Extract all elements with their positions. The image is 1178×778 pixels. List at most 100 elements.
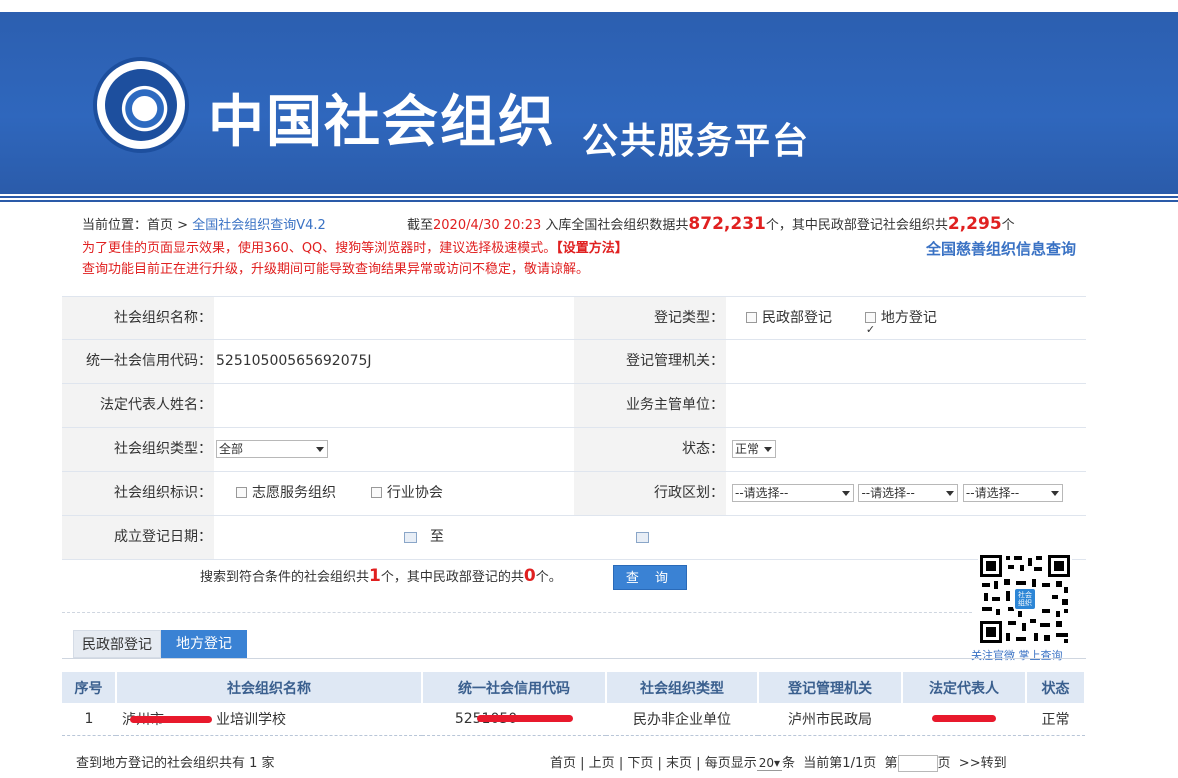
per-page-select[interactable]: 20▾ [756, 756, 783, 771]
per-page-prefix: 每页显示 [704, 756, 757, 771]
goto-suffix: 页 [937, 756, 951, 771]
regtype-local-label: 地方登记 [880, 310, 937, 326]
region-province-select[interactable]: --请选择-- [732, 484, 854, 502]
search-button[interactable]: 查 询 [613, 565, 687, 590]
pager-first[interactable]: 首页 [550, 756, 576, 771]
table-row[interactable]: 1 泸州市业培训学校 5251050 民办非企业单位 泸州市民政局 正常 [62, 703, 1085, 736]
name-input[interactable] [214, 297, 574, 339]
site-subtitle: 公共服务平台 [582, 121, 811, 162]
result-count: 1 [369, 566, 381, 586]
table-header-row: 序号 社会组织名称 统一社会信用代码 社会组织类型 登记管理机关 法定代表人 状… [62, 672, 1086, 703]
stats-mca-count: 2,295 [947, 214, 1002, 234]
chevron-down-icon [764, 447, 772, 452]
form-row: 统一社会信用代码： 52510500565692075J 登记管理机关： [62, 340, 1086, 384]
volunteer-label: 志愿服务组织 [252, 485, 336, 501]
stats-text: 入库全国社会组织数据共 [541, 218, 689, 233]
result-mca-count: 0 [523, 566, 536, 586]
site-title: 中国社会组织 [208, 90, 556, 155]
region-district-select[interactable]: --请选择-- [962, 484, 1063, 502]
pager-last[interactable]: 末页 [666, 756, 692, 771]
legal-rep-label: 法定代表人姓名： [62, 384, 214, 427]
chevron-down-icon [946, 491, 955, 496]
region-city-value: --请选择-- [861, 486, 915, 500]
supervisor-input[interactable] [726, 384, 1086, 427]
breadcrumb-prefix: 当前位置： [82, 218, 148, 233]
pager-prev[interactable]: 上页 [589, 756, 615, 771]
form-row: 社会组织标识： 志愿服务组织 行业协会 行政区划： --请选择-- --请选择-… [62, 472, 1086, 516]
col-header-org-type: 社会组织类型 [606, 672, 759, 703]
org-type-select[interactable]: 全部 [216, 440, 328, 458]
date-start-calendar-icon[interactable] [404, 516, 417, 559]
stats-line: 截至2020/4/30 20:23 入库全国社会组织数据共872,231个，其中… [407, 214, 1015, 234]
legal-rep-input[interactable] [214, 384, 574, 427]
result-suffix: 个。 [535, 570, 562, 585]
org-mark-label: 社会组织标识： [62, 472, 214, 515]
cell-org-name[interactable]: 泸州市业培训学校 [116, 703, 422, 736]
stats-total: 872,231 [688, 214, 766, 234]
cell-status: 正常 [1026, 703, 1085, 736]
org-type-cell: 全部 [214, 428, 574, 471]
industry-assoc-checkbox[interactable] [370, 486, 382, 498]
org-type-value: 全部 [219, 442, 244, 456]
regtype-local-checkbox[interactable] [864, 308, 876, 351]
credit-code-label: 统一社会信用代码： [62, 340, 214, 383]
search-form: 社会组织名称： 登记类型： 民政部登记 地方登记 统一社会信用代码： 52510… [62, 296, 1086, 560]
form-row: 法定代表人姓名： 业务主管单位： [62, 384, 1086, 428]
regtype-options: 民政部登记 地方登记 [726, 297, 1086, 351]
section-divider [62, 612, 972, 613]
settings-method-link[interactable]: 【设置方法】 [556, 241, 628, 256]
results-table: 序号 社会组织名称 统一社会信用代码 社会组织类型 登记管理机关 法定代表人 状… [62, 672, 1086, 736]
col-header-authority: 登记管理机关 [758, 672, 903, 703]
upgrade-notice: 查询功能目前正在进行升级，升级期间可能导致查询结果异常或访问不稳定，敬请谅解。 [82, 262, 590, 277]
qr-caption[interactable]: 关注官微 掌上查询 [971, 647, 1063, 663]
form-row: 社会组织类型： 全部 状态： 正常 [62, 428, 1086, 472]
col-header-legal-rep: 法定代表人 [902, 672, 1027, 703]
wechat-qr-code: 社会组织 [978, 553, 1072, 645]
status-cell: 正常 [726, 428, 1086, 471]
goto-page-input[interactable] [897, 755, 938, 772]
result-tabs: 民政部登记 地方登记 [73, 630, 247, 658]
cell-org-type: 民办非企业单位 [606, 703, 758, 736]
tab-mca-registration[interactable]: 民政部登记 [73, 630, 161, 658]
cell-legal-rep [902, 703, 1026, 736]
cell-credit-code: 5251050 [422, 703, 606, 736]
name-label: 社会组织名称： [62, 297, 214, 339]
supervisor-label: 业务主管单位： [574, 384, 726, 427]
stats-suffix: 个 [1001, 218, 1015, 233]
credit-code-input[interactable]: 52510500565692075J [214, 340, 574, 383]
tab-local-registration[interactable]: 地方登记 [161, 630, 247, 658]
goto-button[interactable]: >>转到 [959, 756, 1007, 771]
col-header-no: 序号 [62, 672, 117, 703]
region-cell: --请选择-- --请选择-- --请选择-- [726, 472, 1086, 515]
org-name-part-2: 业培训学校 [216, 711, 286, 728]
status-select[interactable]: 正常 [732, 440, 776, 458]
form-row: 社会组织名称： 登记类型： 民政部登记 地方登记 [62, 296, 1086, 351]
org-mark-options: 志愿服务组织 行业协会 [214, 472, 574, 515]
breadcrumb-home[interactable]: 首页 [147, 218, 173, 233]
pager-next[interactable]: 下页 [627, 756, 653, 771]
site-logo[interactable] [93, 57, 189, 153]
header-banner: 中国社会组织 公共服务平台 [0, 12, 1178, 202]
redaction-mark [932, 715, 996, 723]
result-text: 搜索到符合条件的社会组织共 [200, 570, 370, 585]
stats-prefix: 截至 [407, 218, 434, 233]
volunteer-checkbox[interactable] [236, 486, 247, 498]
authority-input[interactable] [726, 340, 1086, 383]
regtype-mca-checkbox[interactable] [746, 311, 757, 323]
search-result-summary: 搜索到符合条件的社会组织共1个，其中民政部登记的共0个。 [200, 566, 562, 586]
chevron-down-icon [1050, 491, 1059, 496]
logo-emblem-icon [105, 69, 177, 141]
cell-authority: 泸州市民政局 [758, 703, 902, 736]
info-panel: 当前位置：首页 > 全国社会组织查询V4.2 截至2020/4/30 20:23… [82, 214, 1082, 277]
date-end-calendar-icon[interactable] [636, 516, 649, 559]
reg-date-cell: 至 [214, 516, 1086, 559]
region-district-value: --请选择-- [965, 486, 1020, 500]
chevron-down-icon [842, 491, 850, 496]
breadcrumb-current[interactable]: 全国社会组织查询V4.2 [192, 218, 326, 233]
region-city-select[interactable]: --请选择-- [858, 484, 959, 502]
authority-label: 登记管理机关： [574, 340, 726, 383]
charity-query-link[interactable]: 全国慈善组织信息查询 [926, 238, 1076, 259]
result-footer-summary: 查到地方登记的社会组织共有 1 家 [76, 756, 275, 771]
chevron-down-icon [316, 447, 324, 452]
breadcrumb-separator: > [173, 218, 193, 233]
